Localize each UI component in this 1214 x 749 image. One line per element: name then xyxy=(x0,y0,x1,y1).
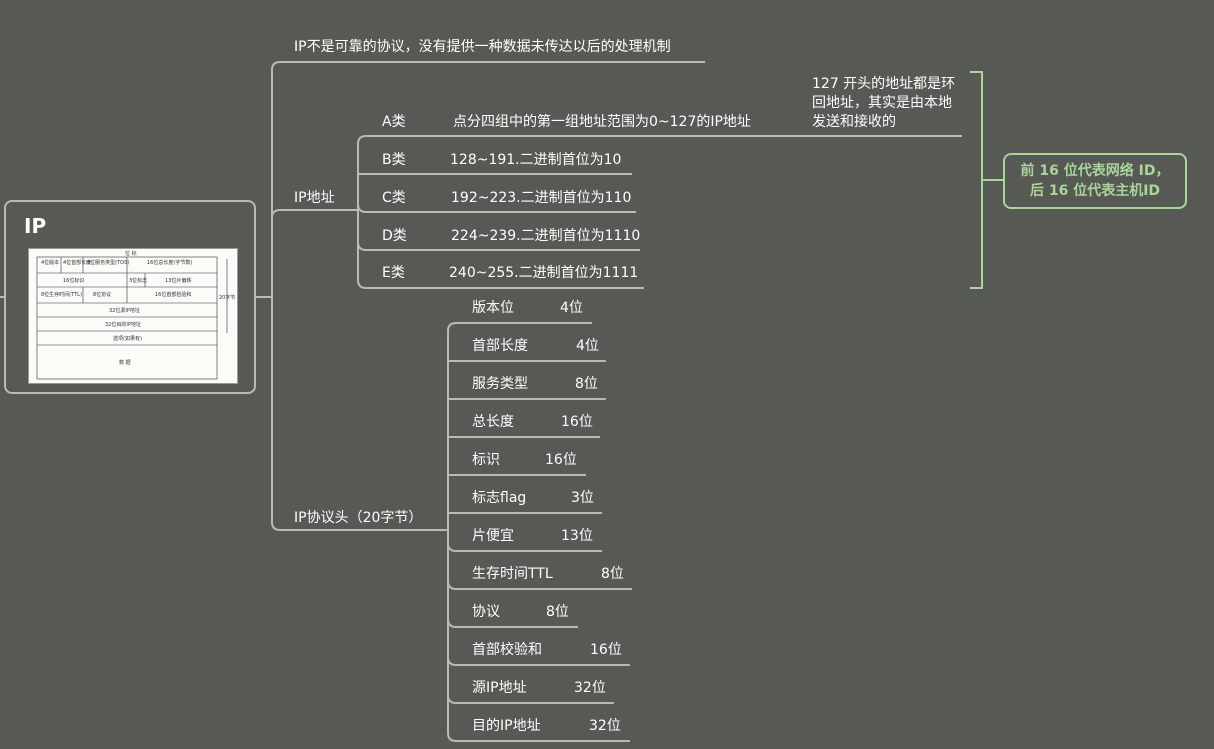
ip-class-range[interactable]: 192~223.二进制首位为110 xyxy=(451,189,631,207)
ip-class-name[interactable]: A类 xyxy=(382,113,406,131)
header-field-bits: 4位 xyxy=(576,338,599,354)
image-cell: 选项(如果有) xyxy=(113,335,142,342)
header-field-bits: 8位 xyxy=(546,604,569,620)
ip-class-range[interactable]: 128~191.二进制首位为10 xyxy=(450,151,621,169)
image-cell: 32位源IP地址 xyxy=(109,307,140,314)
image-cell: 16位标识 xyxy=(63,277,84,284)
branch-ip-header[interactable]: IP协议头（20字节） xyxy=(294,509,422,527)
header-field-name[interactable]: 首部长度 xyxy=(472,337,528,355)
ip-class-range[interactable]: 点分四组中的第一组地址范围为0~127的IP地址 xyxy=(453,113,751,131)
header-field-name[interactable]: 标识 xyxy=(472,451,500,469)
image-cell: 3位标志 xyxy=(129,277,147,284)
header-field-bits: 16位 xyxy=(545,452,577,468)
header-field-bits: 16位 xyxy=(561,414,593,430)
callout-line: 后 16 位代表主机ID xyxy=(1029,183,1161,199)
image-cell: 32位目的IP地址 xyxy=(105,321,141,328)
header-field-bits: 16位 xyxy=(590,642,622,658)
header-field-bits: 8位 xyxy=(575,376,598,392)
header-field-name[interactable]: 片便宜 xyxy=(472,527,514,545)
header-field-bits: 3位 xyxy=(571,490,594,506)
header-field-bits: 4位 xyxy=(560,300,583,316)
image-cell: 4位版本 xyxy=(41,259,59,266)
ip-header-diagram-image: 位 标 4位版本 4位首部长度 8位服务类型(TOS) 16位总长度(字节数) … xyxy=(28,248,238,384)
image-cell: 16位总长度(字节数) xyxy=(147,259,192,266)
image-cell: 16位首部检验和 xyxy=(155,291,191,298)
header-field-name[interactable]: 首部校验和 xyxy=(472,641,542,659)
callout-line: 前 16 位代表网络 ID， xyxy=(1020,163,1170,179)
header-field-bits: 13位 xyxy=(561,528,593,544)
image-cell: 数 据 xyxy=(119,359,131,366)
header-field-name[interactable]: 源IP地址 xyxy=(472,679,527,697)
header-field-name[interactable]: 协议 xyxy=(472,603,500,621)
header-field-name[interactable]: 生存时间TTL xyxy=(472,565,553,583)
header-field-bits: 32位 xyxy=(574,680,606,696)
header-field-name[interactable]: 版本位 xyxy=(472,299,514,317)
ip-class-name[interactable]: C类 xyxy=(382,189,406,207)
image-cell: 8位服务类型(TOS) xyxy=(87,259,129,266)
network-host-callout[interactable]: 前 16 位代表网络 ID， 后 16 位代表主机ID xyxy=(1003,153,1187,209)
ip-class-range[interactable]: 240~255.二进制首位为1111 xyxy=(449,264,638,282)
image-cell: 8位协议 xyxy=(93,291,111,298)
image-cell: 13位片偏移 xyxy=(165,277,191,284)
header-field-name[interactable]: 总长度 xyxy=(472,413,514,431)
ip-class-name[interactable]: E类 xyxy=(382,264,405,282)
header-field-name[interactable]: 目的IP地址 xyxy=(472,717,541,735)
root-title: IP xyxy=(24,214,47,238)
ip-class-name[interactable]: B类 xyxy=(382,151,406,169)
header-field-name[interactable]: 服务类型 xyxy=(472,375,528,393)
root-node-ip[interactable]: IP 位 标 4位版本 4位首部长度 8位服务类型(TOS) 16位总长度(字节… xyxy=(4,200,256,394)
branch-unreliable[interactable]: IP不是可靠的协议，没有提供一种数据未传达以后的处理机制 xyxy=(294,38,671,56)
header-field-name[interactable]: 标志flag xyxy=(472,489,526,507)
branch-ip-address[interactable]: IP地址 xyxy=(294,189,335,207)
image-cell: 8位生存时间(TTL) xyxy=(41,291,82,298)
header-field-bits: 8位 xyxy=(601,566,624,582)
ip-class-name[interactable]: D类 xyxy=(382,227,407,245)
image-side-label: 20字节 xyxy=(219,294,235,301)
image-top-label: 位 标 xyxy=(125,250,137,257)
ip-class-range[interactable]: 224~239.二进制首位为1110 xyxy=(451,227,640,245)
header-field-bits: 32位 xyxy=(589,718,621,734)
loopback-note[interactable]: 127 开头的地址都是环回地址，其实是由本地发送和接收的 xyxy=(812,75,962,132)
